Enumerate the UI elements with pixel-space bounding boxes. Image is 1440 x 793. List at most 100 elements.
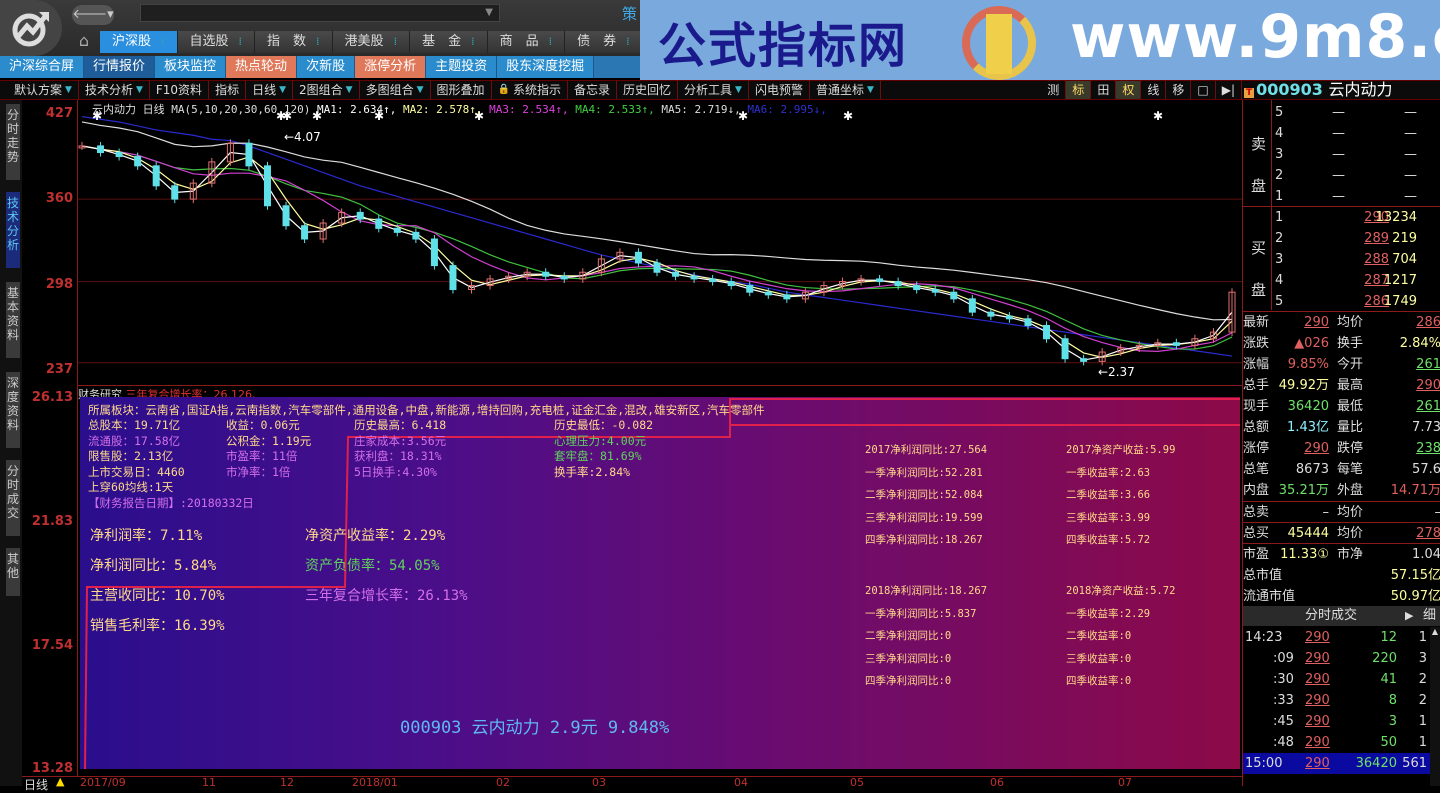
tab-menu-icon[interactable]: ⁞ — [549, 31, 553, 53]
ma-params: MA(5,10,20,30,60,120) — [171, 103, 310, 116]
dropdown-icon[interactable]: ▼ — [65, 81, 72, 99]
candle — [895, 282, 901, 286]
toolbar-button[interactable]: 默认方案▼ — [8, 81, 79, 99]
dropdown-icon[interactable]: ▼ — [279, 81, 286, 99]
ma1-line — [82, 146, 1232, 360]
tab-menu-icon[interactable]: ⁞ — [471, 31, 475, 53]
level: 2 — [1275, 228, 1283, 249]
ad-banner[interactable]: 公式指标网 www.9m8.cn — [640, 0, 1440, 80]
candle — [264, 166, 270, 206]
market-tab[interactable]: 商 品⁞ — [488, 31, 566, 53]
tick-count: 3 — [1419, 648, 1427, 669]
toolbar-button[interactable]: 闪电预警 — [749, 81, 810, 99]
dropdown-icon[interactable]: ▼ — [346, 81, 353, 99]
quote-row: 总额1.43亿量比7.73 — [1243, 417, 1440, 438]
back-button[interactable]: 🡐▾ — [72, 5, 114, 25]
high-annotation: ←4.07 — [284, 130, 321, 144]
valuation-label: 流通市值 — [1243, 586, 1295, 607]
toolbar-button[interactable]: 🔒系统指示 — [492, 81, 568, 99]
chart-tool-button[interactable]: 线 — [1141, 81, 1166, 99]
tab-menu-icon[interactable]: ⁞ — [626, 31, 630, 53]
vertical-tab[interactable]: 其他 — [6, 548, 20, 596]
vertical-tab[interactable]: 分时成交 — [6, 460, 20, 536]
sub-nav-item[interactable]: 主题投资 — [426, 56, 497, 78]
home-icon[interactable]: ⌂ — [72, 31, 96, 51]
tab-menu-icon[interactable]: ⁞ — [161, 31, 165, 53]
toolbar-button[interactable]: 历史回忆 — [617, 81, 678, 99]
price-chart[interactable]: ✱✱✱✱✱✱✱✱✱←4.07←2.37 — [78, 100, 1242, 386]
quote-label: 最高 — [1337, 375, 1363, 396]
ask-volume: — — [1404, 186, 1417, 207]
history-dropdown-icon[interactable]: ▾ — [107, 7, 114, 22]
sub-nav-item[interactable]: 涨停分析 — [355, 56, 426, 78]
toolbar-button[interactable]: 备忘录 — [568, 81, 617, 99]
toolbar-button[interactable]: 技术分析▼ — [79, 81, 150, 99]
sub-nav: 沪深综合屏行情报价板块监控热点轮动次新股涨停分析主题投资股东深度挖掘 — [0, 56, 640, 78]
back-arrow-icon: 🡐 — [72, 7, 107, 22]
chevron-down-icon[interactable]: ▼ — [485, 7, 493, 18]
vertical-tab[interactable]: 技术分析 — [6, 192, 20, 268]
dropdown-icon[interactable]: ▼ — [417, 81, 424, 99]
market-tab-label: 自选股 — [190, 31, 229, 53]
chart-tool-button[interactable]: ▶| — [1216, 81, 1242, 99]
sub-nav-item[interactable]: 次新股 — [297, 56, 355, 78]
chart-tool-button[interactable]: 权 — [1116, 81, 1141, 99]
toolbar-button[interactable]: 普通坐标▼ — [810, 81, 881, 99]
market-tab[interactable]: 港美股⁞ — [333, 31, 411, 53]
sub-nav-item[interactable]: 板块监控 — [155, 56, 226, 78]
toolbar-button[interactable]: 多图组合▼ — [360, 81, 431, 99]
chart-tool-button[interactable]: □ — [1191, 81, 1215, 99]
detail-button[interactable]: 细 — [1423, 606, 1436, 626]
tick-volume: 3 — [1389, 711, 1397, 732]
toolbar-button[interactable]: 日线▼ — [246, 81, 293, 99]
chart-tool-button[interactable]: 田 — [1091, 81, 1116, 99]
valuation-label: 市盈 — [1243, 544, 1269, 565]
chart-tool-button[interactable]: 测 — [1041, 81, 1066, 99]
market-tab[interactable]: 沪深股⁞ — [100, 31, 178, 53]
dropdown-icon[interactable]: ▼ — [867, 81, 874, 99]
level: 4 — [1275, 123, 1283, 144]
tab-menu-icon[interactable]: ⁞ — [394, 31, 398, 53]
period-up-icon[interactable]: ▲ — [56, 775, 64, 788]
ma-legend-item: MA1: 2.634↑, — [310, 103, 396, 116]
fin-item: 流通股：17.58亿 — [88, 433, 180, 449]
toolbar-button[interactable]: F10资料 — [150, 81, 209, 99]
dropdown-icon[interactable]: ▼ — [735, 81, 742, 99]
market-tab[interactable]: 指 数⁞ — [255, 31, 333, 53]
tick-price: 290 — [1305, 627, 1330, 648]
tab-menu-icon[interactable]: ⁞ — [239, 31, 243, 53]
chart-tool-button[interactable]: 移 — [1166, 81, 1191, 99]
tick-volume: 41 — [1380, 669, 1397, 690]
ratio-item: 销售毛利率：16.39% — [90, 615, 225, 635]
vertical-tab[interactable]: 基本资料 — [6, 282, 20, 358]
toolbar-button[interactable]: 图形叠加 — [431, 81, 492, 99]
app-logo[interactable] — [0, 0, 62, 56]
dropdown-icon[interactable]: ▼ — [136, 81, 143, 99]
vertical-tab[interactable]: 深度资料 — [6, 372, 20, 448]
tick-time: :45 — [1273, 711, 1294, 732]
expand-icon[interactable]: ▶ — [1405, 606, 1413, 626]
sub-nav-item[interactable]: 股东深度挖掘 — [497, 56, 594, 78]
stock-header: T000903 云内动力 — [1244, 80, 1393, 100]
candle — [246, 143, 252, 166]
yearly-stat: 三季净利润同比:0 — [865, 651, 951, 666]
toolbar-button[interactable]: 2图组合▼ — [293, 81, 360, 99]
sub-nav-item[interactable]: 行情报价 — [84, 56, 155, 78]
toolbar-label: 多图组合 — [366, 81, 414, 99]
chart-tool-button[interactable]: 标 — [1066, 81, 1091, 99]
period-label[interactable]: 日线 — [24, 776, 48, 793]
ticks-scrollbar[interactable]: ▲ — [1430, 627, 1440, 786]
vertical-tab[interactable]: 分时走势 — [6, 104, 20, 180]
market-tab[interactable]: 自选股 ⁞ — [178, 31, 256, 53]
yearly-stat: 2017净利润同比:27.564 — [865, 442, 987, 457]
sub-nav-item[interactable]: 沪深综合屏 — [0, 56, 84, 78]
toolbar-button[interactable]: 分析工具▼ — [678, 81, 749, 99]
search-input[interactable]: ▼ — [140, 4, 500, 22]
tab-menu-icon[interactable]: ⁞ — [316, 31, 320, 53]
market-tab[interactable]: 债 券⁞ — [565, 31, 643, 53]
candle — [765, 292, 771, 295]
toolbar-button[interactable]: 指标 — [209, 81, 246, 99]
stock-flag: T — [1244, 88, 1254, 98]
market-tab[interactable]: 基 金⁞ — [410, 31, 488, 53]
sub-nav-item[interactable]: 热点轮动 — [226, 56, 297, 78]
